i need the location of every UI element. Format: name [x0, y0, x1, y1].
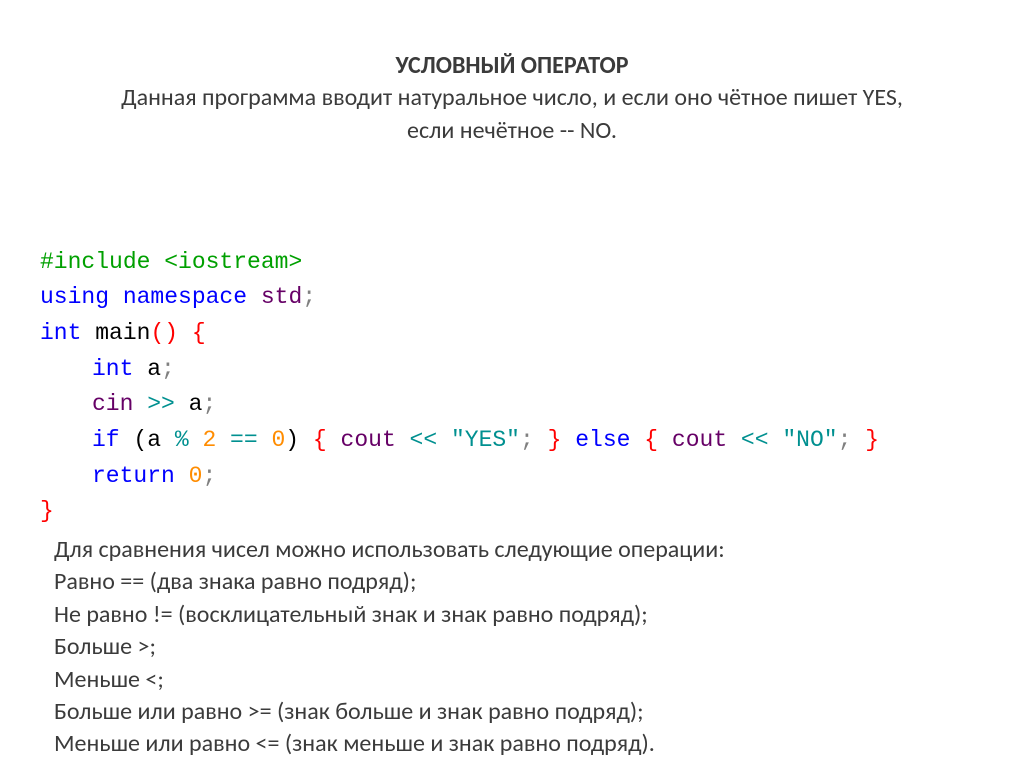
code-kw-else: else [575, 427, 630, 453]
note-line-6: Больше или равно >= (знак больше и знак … [54, 696, 984, 728]
code-kw-if: if [92, 427, 120, 453]
code-block: #include <iostream> using namespace std;… [40, 209, 984, 530]
code-lbrace: { [313, 427, 327, 453]
slide-subtitle-1: Данная программа вводит натуральное числ… [121, 83, 903, 112]
code-str-no: "NO" [769, 427, 838, 453]
heading-block: УСЛОВНЫЙ ОПЕРАТОР Данная программа вводи… [40, 50, 984, 147]
code-kw-return: return [92, 463, 175, 489]
slide-title: УСЛОВНЫЙ ОПЕРАТОР [395, 51, 628, 80]
code-num-2: 2 [202, 427, 216, 453]
slide-subtitle-2: если нечётное -- NO. [407, 116, 617, 145]
code-cout: cout [341, 427, 396, 453]
code-var-a-ref: a [175, 391, 203, 417]
note-line-1: Для сравнения чисел можно использовать с… [54, 534, 984, 566]
code-line-1: #include <iostream> [40, 249, 302, 275]
code-space [178, 320, 192, 346]
code-line-5: cin >> a; [40, 391, 216, 417]
code-line-6: if (a % 2 == 0) { cout << "YES"; } else … [40, 427, 879, 453]
code-op-shr: >> [133, 391, 174, 417]
slide: УСЛОВНЫЙ ОПЕРАТОР Данная программа вводи… [0, 0, 1024, 767]
code-line-7: return 0; [40, 463, 216, 489]
code-op-eqeq: == [216, 427, 271, 453]
code-include-directive: #include [40, 249, 150, 275]
note-line-3: Не равно != (восклицательный знак и знак… [54, 599, 984, 631]
code-rbrace: } [548, 427, 562, 453]
code-semi: ; [161, 356, 175, 382]
code-line-3: int main() { [40, 320, 206, 346]
code-semi: ; [520, 427, 534, 453]
code-cond-open: (a [120, 427, 175, 453]
note-line-7: Меньше или равно <= (знак меньше и знак … [54, 728, 984, 760]
code-cin: cin [92, 391, 133, 417]
code-semi: ; [838, 427, 852, 453]
code-lbrace: { [644, 427, 658, 453]
code-parens: () [150, 320, 178, 346]
code-semi: ; [302, 284, 316, 310]
code-kw-int2: int [92, 356, 133, 382]
code-cout2: cout [672, 427, 727, 453]
code-op-mod: % [175, 427, 203, 453]
note-line-5: Меньше <; [54, 664, 984, 696]
code-include-header: <iostream> [150, 249, 302, 275]
code-op-shl2: << [727, 427, 768, 453]
code-rbrace: } [865, 427, 879, 453]
code-kw-int: int [40, 320, 81, 346]
note-line-4: Больше >; [54, 631, 984, 663]
code-str-yes: "YES" [437, 427, 520, 453]
code-kw-using: using [40, 284, 109, 310]
note-line-2: Равно == (два знака равно подряд); [54, 566, 984, 598]
code-cond-close: ) [285, 427, 299, 453]
code-var-a: a [133, 356, 161, 382]
code-line-4: int a; [40, 356, 175, 382]
code-rbrace-final: } [40, 498, 54, 524]
code-semi: ; [202, 463, 216, 489]
code-fn-main: main [81, 320, 150, 346]
code-num-0: 0 [271, 427, 285, 453]
code-semi: ; [202, 391, 216, 417]
code-kw-namespace: namespace [109, 284, 247, 310]
code-num-0b: 0 [175, 463, 203, 489]
code-op-shl: << [396, 427, 437, 453]
code-line-8: } [40, 498, 54, 524]
notes-block: Для сравнения чисел можно использовать с… [40, 534, 984, 761]
code-id-std: std [247, 284, 302, 310]
code-line-2: using namespace std; [40, 284, 316, 310]
code-lbrace: { [192, 320, 206, 346]
